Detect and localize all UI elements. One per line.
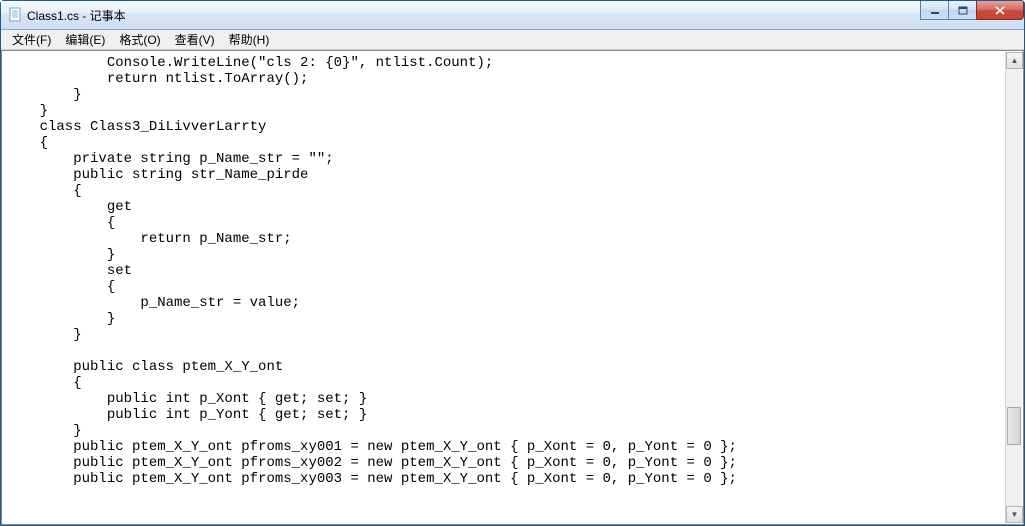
scroll-up-button[interactable]: ▲ [1006,52,1023,69]
scroll-down-button[interactable]: ▼ [1006,506,1023,523]
menubar: 文件(F) 编辑(E) 格式(O) 查看(V) 帮助(H) [1,30,1024,50]
menu-format[interactable]: 格式(O) [112,30,167,49]
text-editor[interactable]: Console.WriteLine("cls 2: {0}", ntlist.C… [4,53,1003,522]
maximize-button[interactable] [948,1,977,20]
close-button[interactable] [976,1,1024,20]
window-controls [921,1,1024,20]
scroll-thumb[interactable] [1007,407,1021,445]
vertical-scrollbar[interactable]: ▲ ▼ [1005,52,1022,523]
menu-edit[interactable]: 编辑(E) [58,30,112,49]
menu-help[interactable]: 帮助(H) [222,30,277,49]
menu-file[interactable]: 文件(F) [5,30,58,49]
client-area: Console.WriteLine("cls 2: {0}", ntlist.C… [1,50,1024,525]
window-title: Class1.cs - 记事本 [27,7,126,24]
notepad-icon [7,7,23,23]
titlebar[interactable]: Class1.cs - 记事本 [1,1,1024,30]
menu-view[interactable]: 查看(V) [168,30,222,49]
minimize-button[interactable] [920,1,949,20]
